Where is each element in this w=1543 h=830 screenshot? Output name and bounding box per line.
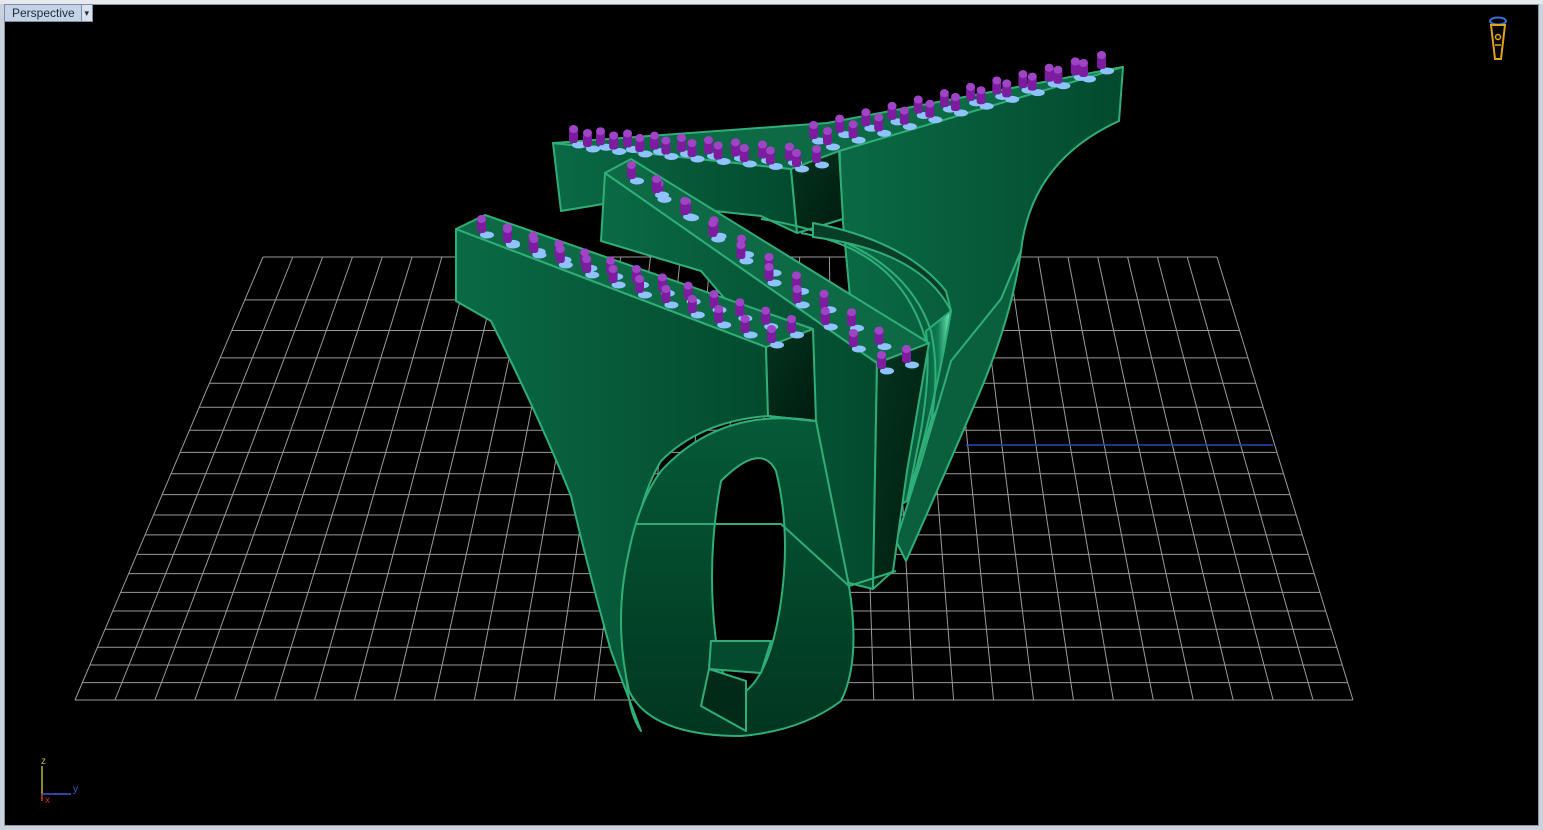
prong-tip xyxy=(787,315,796,323)
prong-tip xyxy=(739,144,749,152)
prong-tip xyxy=(765,146,775,155)
prong-tip xyxy=(976,86,986,95)
prong-tip xyxy=(939,89,949,98)
prong-tip xyxy=(785,142,794,151)
prong-tip xyxy=(608,265,618,273)
prong-tip xyxy=(477,215,486,223)
prong-tip xyxy=(758,140,767,149)
prong-tip xyxy=(713,141,723,150)
world-axes-icon: z y x xyxy=(41,756,78,806)
prong-tip xyxy=(580,248,590,257)
prong-tip xyxy=(650,131,659,140)
prong-tip xyxy=(792,285,802,293)
prong-tip xyxy=(740,315,750,323)
prong-tip xyxy=(529,235,539,243)
viewport-canvas[interactable]: z y x xyxy=(5,5,1539,826)
prong-tip xyxy=(847,308,856,317)
prong-tip xyxy=(1079,59,1088,67)
prong-tip xyxy=(877,351,886,359)
prong-tip xyxy=(966,82,976,91)
prong-tip xyxy=(874,326,884,335)
prong-tip xyxy=(683,281,693,290)
prong-tip xyxy=(792,149,801,157)
prong-tip xyxy=(792,271,801,280)
viewport-title[interactable]: Perspective xyxy=(4,4,81,22)
prong-tip xyxy=(582,255,592,263)
prong-tip xyxy=(764,263,774,271)
prong-tip xyxy=(1044,63,1054,72)
prong-tip xyxy=(848,329,858,337)
prong-tip xyxy=(820,307,830,315)
prong-tip xyxy=(635,275,644,283)
prong-tip xyxy=(708,219,718,227)
prong-tip xyxy=(606,256,616,265)
prong-tip xyxy=(687,139,697,147)
prong-tip xyxy=(767,325,776,333)
prong-tip xyxy=(1002,79,1012,88)
prong-tip xyxy=(555,245,565,253)
axis-x-label: x xyxy=(45,795,50,806)
prong-tip xyxy=(1097,51,1106,59)
prong-tip xyxy=(609,131,619,140)
prong-tip xyxy=(731,138,740,147)
prong-tip xyxy=(735,298,745,307)
prong-tip xyxy=(503,225,512,233)
prong-tip xyxy=(1053,65,1063,74)
prong-tip xyxy=(913,95,923,104)
prong-tip xyxy=(627,161,636,169)
prong-tip xyxy=(761,306,771,315)
prong-tip xyxy=(887,101,897,110)
prong-tip xyxy=(809,121,818,129)
prong-tip xyxy=(714,305,724,313)
prong-tip xyxy=(812,145,821,153)
prong-tip xyxy=(632,265,641,273)
prong-tip xyxy=(709,290,719,298)
prong-tip xyxy=(736,241,746,249)
prong-tip xyxy=(680,197,690,205)
rhino-window: z y x Perspective ▾ xyxy=(0,0,1543,830)
prong-tip xyxy=(951,93,960,101)
prong-tip xyxy=(899,106,909,115)
prong-tip xyxy=(1018,70,1028,79)
prong-tip xyxy=(652,175,661,183)
prong-tip xyxy=(677,133,686,142)
prong-tip xyxy=(661,136,671,145)
prong-tip xyxy=(874,113,884,122)
prong-tip xyxy=(1027,72,1037,81)
prong-tip xyxy=(569,125,578,133)
prong-tip xyxy=(583,129,592,137)
prong-tip xyxy=(661,285,671,293)
prong-tip xyxy=(902,345,911,353)
prong-tip xyxy=(819,289,829,298)
prong-tip xyxy=(623,129,632,138)
prong-tip xyxy=(704,136,713,145)
prong-tip xyxy=(925,99,935,108)
viewport-title-tab[interactable]: Perspective ▾ xyxy=(4,4,93,22)
axis-z-label: z xyxy=(41,756,46,767)
prong-tip xyxy=(1070,57,1080,66)
perspective-viewport[interactable]: z y x xyxy=(4,4,1539,826)
axis-y-label: y xyxy=(73,784,78,795)
prong-tip xyxy=(635,134,645,142)
prong-tip xyxy=(823,127,832,135)
prong-tip xyxy=(687,295,697,303)
chevron-down-icon[interactable]: ▾ xyxy=(80,4,93,22)
prong-tip xyxy=(596,127,605,136)
camera-target-icon[interactable] xyxy=(1489,16,1507,60)
prong-tip xyxy=(992,76,1002,85)
prong-tip xyxy=(764,253,774,261)
prong-tip xyxy=(861,108,871,117)
prong-tip xyxy=(835,114,845,123)
prong-tip xyxy=(848,120,858,129)
prong-tip xyxy=(657,273,667,282)
